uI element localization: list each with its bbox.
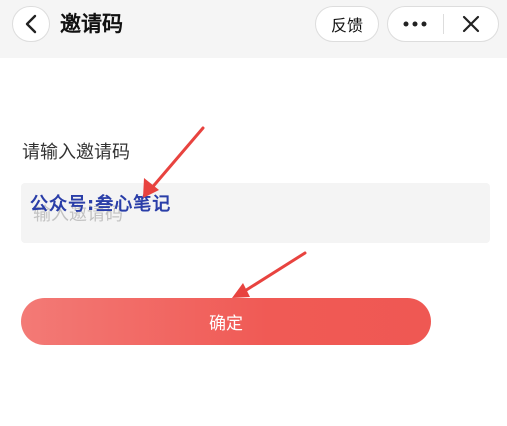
more-dots-icon	[403, 21, 427, 27]
confirm-button[interactable]: 确定	[21, 298, 431, 345]
watermark-text: 公众号:叁心笔记	[30, 194, 172, 215]
more-button[interactable]	[388, 7, 443, 41]
close-button[interactable]	[444, 7, 499, 41]
main-content: 请输入邀请码 输入邀请码 确定	[0, 58, 507, 426]
close-icon	[462, 15, 479, 33]
feedback-button[interactable]: 反馈	[315, 6, 379, 42]
page-title: 邀请码	[60, 12, 123, 36]
back-button[interactable]	[12, 6, 50, 42]
capsule-menu	[387, 6, 499, 42]
title-bar: 邀请码 反馈	[0, 0, 507, 50]
invite-code-label: 请输入邀请码	[22, 142, 130, 163]
chevron-left-icon	[25, 14, 37, 34]
